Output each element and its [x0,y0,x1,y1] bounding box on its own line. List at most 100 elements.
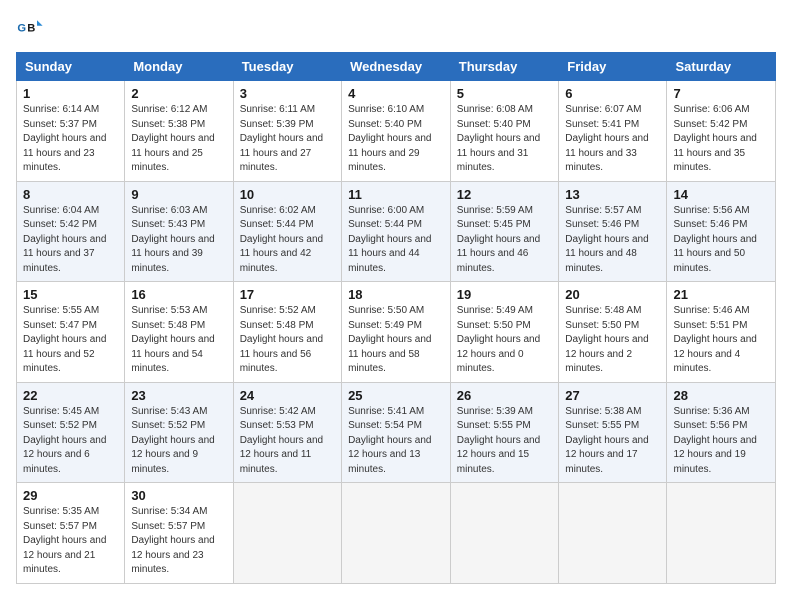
calendar-week-5: 29 Sunrise: 5:35 AM Sunset: 5:57 PM Dayl… [17,483,776,584]
calendar-cell: 25 Sunrise: 5:41 AM Sunset: 5:54 PM Dayl… [342,382,451,483]
day-number: 13 [565,187,660,202]
day-detail: Sunrise: 5:41 AM Sunset: 5:54 PM Dayligh… [348,405,444,478]
calendar-cell: 7 Sunrise: 6:06 AM Sunset: 5:42 PM Dayli… [667,81,776,182]
day-number: 3 [240,86,335,101]
day-detail: Sunrise: 6:07 AM Sunset: 5:41 PM Dayligh… [565,103,660,176]
svg-text:B: B [27,22,35,34]
day-detail: Sunrise: 5:49 AM Sunset: 5:50 PM Dayligh… [457,304,553,377]
day-number: 19 [457,287,553,302]
day-number: 27 [565,388,660,403]
day-detail: Sunrise: 5:55 AM Sunset: 5:47 PM Dayligh… [23,304,118,377]
calendar-cell: 8 Sunrise: 6:04 AM Sunset: 5:42 PM Dayli… [17,181,125,282]
calendar-cell: 11 Sunrise: 6:00 AM Sunset: 5:44 PM Dayl… [342,181,451,282]
day-number: 5 [457,86,553,101]
calendar-body: 1 Sunrise: 6:14 AM Sunset: 5:37 PM Dayli… [17,81,776,584]
day-number: 29 [23,488,118,503]
weekday-header-sunday: Sunday [17,53,125,81]
calendar-cell: 5 Sunrise: 6:08 AM Sunset: 5:40 PM Dayli… [450,81,559,182]
day-detail: Sunrise: 5:57 AM Sunset: 5:46 PM Dayligh… [565,204,660,277]
calendar-cell: 20 Sunrise: 5:48 AM Sunset: 5:50 PM Dayl… [559,282,667,383]
day-number: 9 [131,187,226,202]
day-number: 7 [673,86,769,101]
page-header: G B [16,16,776,44]
day-detail: Sunrise: 6:02 AM Sunset: 5:44 PM Dayligh… [240,204,335,277]
day-number: 20 [565,287,660,302]
calendar-cell: 30 Sunrise: 5:34 AM Sunset: 5:57 PM Dayl… [125,483,233,584]
day-detail: Sunrise: 5:59 AM Sunset: 5:45 PM Dayligh… [457,204,553,277]
day-detail: Sunrise: 6:08 AM Sunset: 5:40 PM Dayligh… [457,103,553,176]
calendar-table: SundayMondayTuesdayWednesdayThursdayFrid… [16,52,776,584]
calendar-cell: 26 Sunrise: 5:39 AM Sunset: 5:55 PM Dayl… [450,382,559,483]
day-detail: Sunrise: 6:14 AM Sunset: 5:37 PM Dayligh… [23,103,118,176]
calendar-cell: 4 Sunrise: 6:10 AM Sunset: 5:40 PM Dayli… [342,81,451,182]
calendar-cell: 14 Sunrise: 5:56 AM Sunset: 5:46 PM Dayl… [667,181,776,282]
day-number: 11 [348,187,444,202]
logo-icon: G B [16,16,44,44]
day-detail: Sunrise: 5:34 AM Sunset: 5:57 PM Dayligh… [131,505,226,578]
day-number: 25 [348,388,444,403]
day-detail: Sunrise: 5:53 AM Sunset: 5:48 PM Dayligh… [131,304,226,377]
calendar-cell [559,483,667,584]
calendar-week-3: 15 Sunrise: 5:55 AM Sunset: 5:47 PM Dayl… [17,282,776,383]
calendar-cell: 23 Sunrise: 5:43 AM Sunset: 5:52 PM Dayl… [125,382,233,483]
calendar-cell: 17 Sunrise: 5:52 AM Sunset: 5:48 PM Dayl… [233,282,341,383]
logo: G B [16,16,48,44]
day-number: 15 [23,287,118,302]
calendar-cell: 22 Sunrise: 5:45 AM Sunset: 5:52 PM Dayl… [17,382,125,483]
calendar-cell: 12 Sunrise: 5:59 AM Sunset: 5:45 PM Dayl… [450,181,559,282]
calendar-cell [233,483,341,584]
calendar-cell: 28 Sunrise: 5:36 AM Sunset: 5:56 PM Dayl… [667,382,776,483]
calendar-cell: 27 Sunrise: 5:38 AM Sunset: 5:55 PM Dayl… [559,382,667,483]
day-detail: Sunrise: 5:50 AM Sunset: 5:49 PM Dayligh… [348,304,444,377]
day-detail: Sunrise: 6:04 AM Sunset: 5:42 PM Dayligh… [23,204,118,277]
day-number: 22 [23,388,118,403]
day-number: 26 [457,388,553,403]
day-number: 21 [673,287,769,302]
weekday-header-saturday: Saturday [667,53,776,81]
calendar-cell [450,483,559,584]
day-number: 17 [240,287,335,302]
weekday-header-monday: Monday [125,53,233,81]
day-number: 2 [131,86,226,101]
day-number: 14 [673,187,769,202]
calendar-cell: 2 Sunrise: 6:12 AM Sunset: 5:38 PM Dayli… [125,81,233,182]
calendar-cell: 29 Sunrise: 5:35 AM Sunset: 5:57 PM Dayl… [17,483,125,584]
calendar-cell [342,483,451,584]
day-detail: Sunrise: 6:10 AM Sunset: 5:40 PM Dayligh… [348,103,444,176]
day-detail: Sunrise: 6:03 AM Sunset: 5:43 PM Dayligh… [131,204,226,277]
day-detail: Sunrise: 5:48 AM Sunset: 5:50 PM Dayligh… [565,304,660,377]
calendar-cell: 15 Sunrise: 5:55 AM Sunset: 5:47 PM Dayl… [17,282,125,383]
weekday-header-thursday: Thursday [450,53,559,81]
calendar-cell [667,483,776,584]
day-detail: Sunrise: 6:00 AM Sunset: 5:44 PM Dayligh… [348,204,444,277]
calendar-cell: 19 Sunrise: 5:49 AM Sunset: 5:50 PM Dayl… [450,282,559,383]
weekday-header-wednesday: Wednesday [342,53,451,81]
day-number: 6 [565,86,660,101]
day-number: 1 [23,86,118,101]
day-detail: Sunrise: 6:12 AM Sunset: 5:38 PM Dayligh… [131,103,226,176]
calendar-cell: 13 Sunrise: 5:57 AM Sunset: 5:46 PM Dayl… [559,181,667,282]
calendar-cell: 18 Sunrise: 5:50 AM Sunset: 5:49 PM Dayl… [342,282,451,383]
calendar-cell: 21 Sunrise: 5:46 AM Sunset: 5:51 PM Dayl… [667,282,776,383]
day-number: 16 [131,287,226,302]
day-detail: Sunrise: 5:46 AM Sunset: 5:51 PM Dayligh… [673,304,769,377]
day-detail: Sunrise: 5:39 AM Sunset: 5:55 PM Dayligh… [457,405,553,478]
day-detail: Sunrise: 5:52 AM Sunset: 5:48 PM Dayligh… [240,304,335,377]
day-detail: Sunrise: 5:42 AM Sunset: 5:53 PM Dayligh… [240,405,335,478]
weekday-header-friday: Friday [559,53,667,81]
calendar-cell: 3 Sunrise: 6:11 AM Sunset: 5:39 PM Dayli… [233,81,341,182]
day-detail: Sunrise: 5:35 AM Sunset: 5:57 PM Dayligh… [23,505,118,578]
calendar-week-1: 1 Sunrise: 6:14 AM Sunset: 5:37 PM Dayli… [17,81,776,182]
day-number: 28 [673,388,769,403]
calendar-cell: 6 Sunrise: 6:07 AM Sunset: 5:41 PM Dayli… [559,81,667,182]
day-detail: Sunrise: 5:43 AM Sunset: 5:52 PM Dayligh… [131,405,226,478]
day-number: 30 [131,488,226,503]
calendar-cell: 10 Sunrise: 6:02 AM Sunset: 5:44 PM Dayl… [233,181,341,282]
day-number: 4 [348,86,444,101]
day-detail: Sunrise: 6:11 AM Sunset: 5:39 PM Dayligh… [240,103,335,176]
day-number: 23 [131,388,226,403]
day-detail: Sunrise: 5:38 AM Sunset: 5:55 PM Dayligh… [565,405,660,478]
svg-text:G: G [17,22,26,34]
weekday-header-row: SundayMondayTuesdayWednesdayThursdayFrid… [17,53,776,81]
day-detail: Sunrise: 5:45 AM Sunset: 5:52 PM Dayligh… [23,405,118,478]
